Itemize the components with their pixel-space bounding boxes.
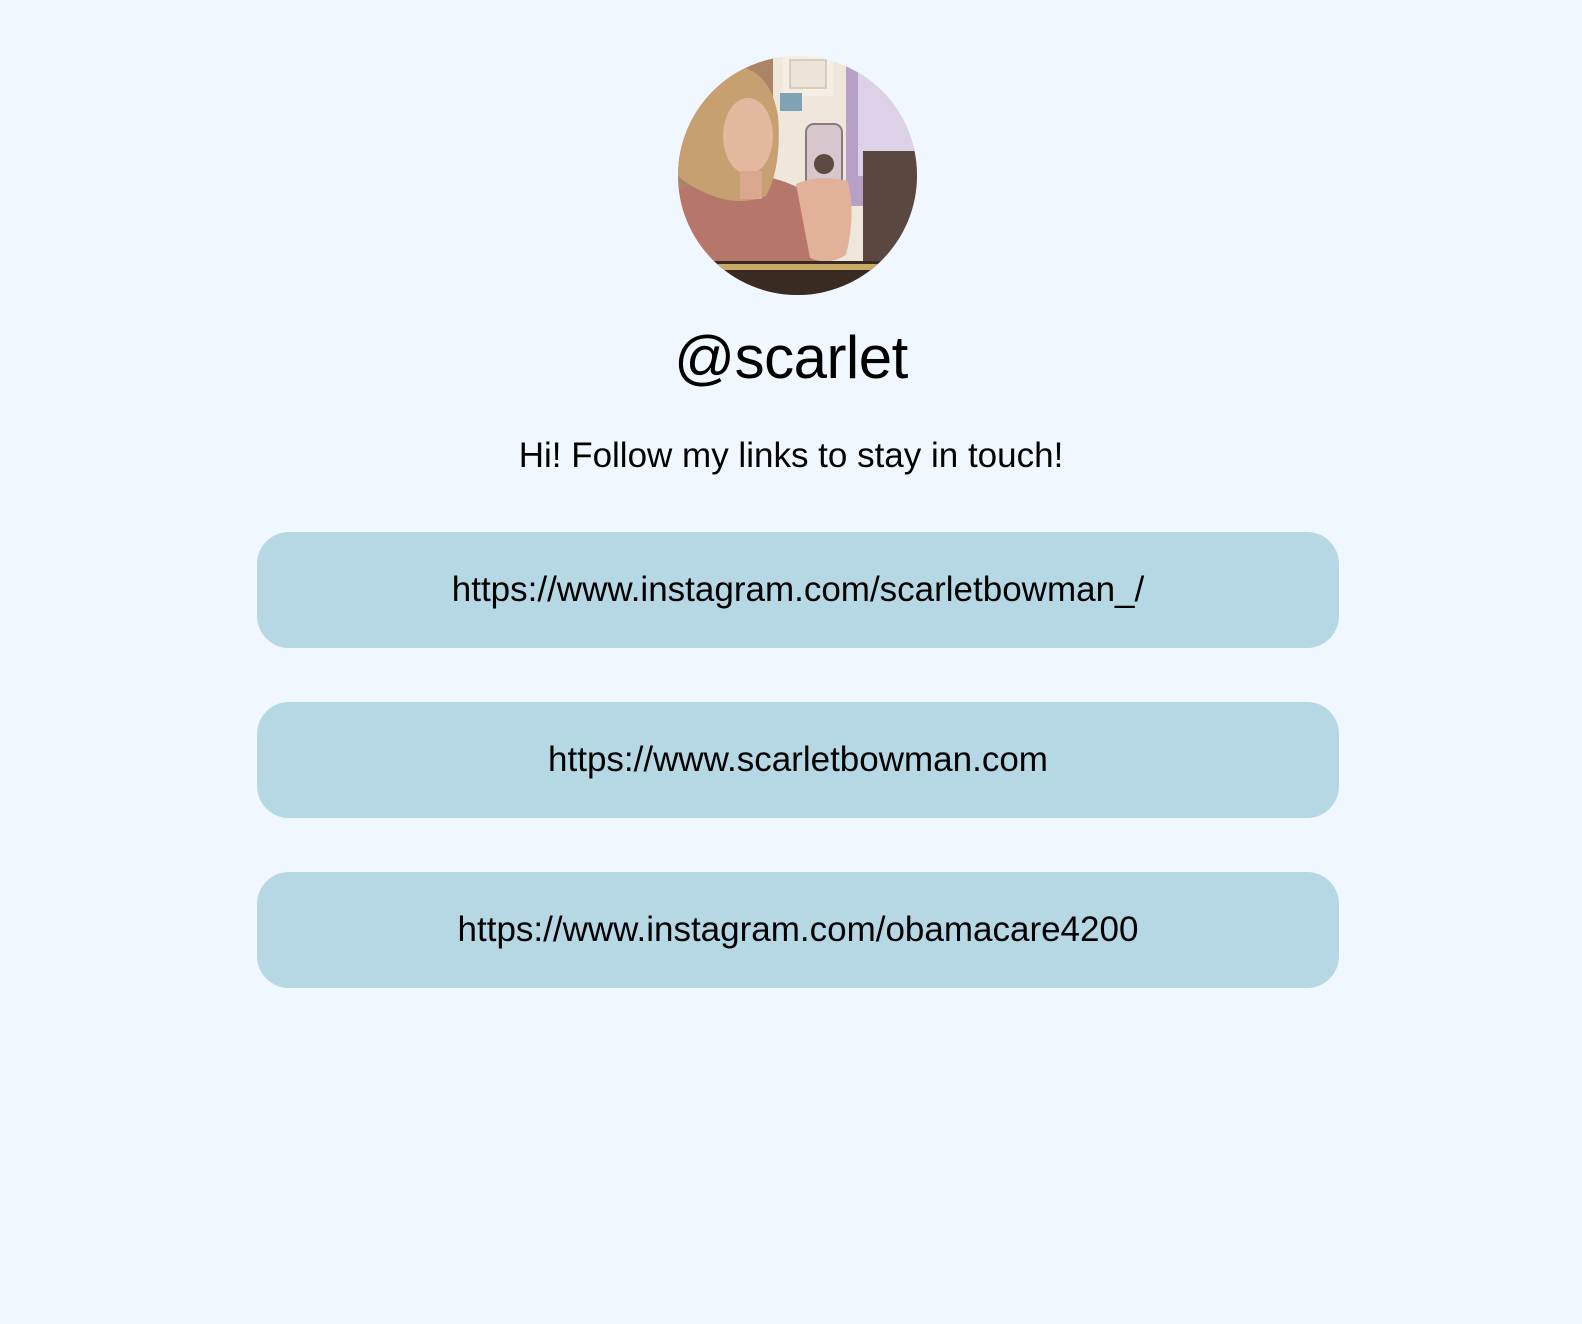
profile-bio: Hi! Follow my links to stay in touch! — [518, 436, 1064, 475]
avatar — [678, 56, 917, 295]
link-button-website[interactable]: https://www.scarletbowman.com — [257, 702, 1339, 818]
link-button-instagram-obamacare4200[interactable]: https://www.instagram.com/obamacare4200 — [257, 872, 1339, 988]
avatar-photo — [678, 56, 917, 295]
link-list: https://www.instagram.com/scarletbowman_… — [257, 532, 1339, 1042]
link-button-instagram-scarletbowman[interactable]: https://www.instagram.com/scarletbowman_… — [257, 532, 1339, 648]
profile-handle: @scarlet — [674, 324, 908, 391]
